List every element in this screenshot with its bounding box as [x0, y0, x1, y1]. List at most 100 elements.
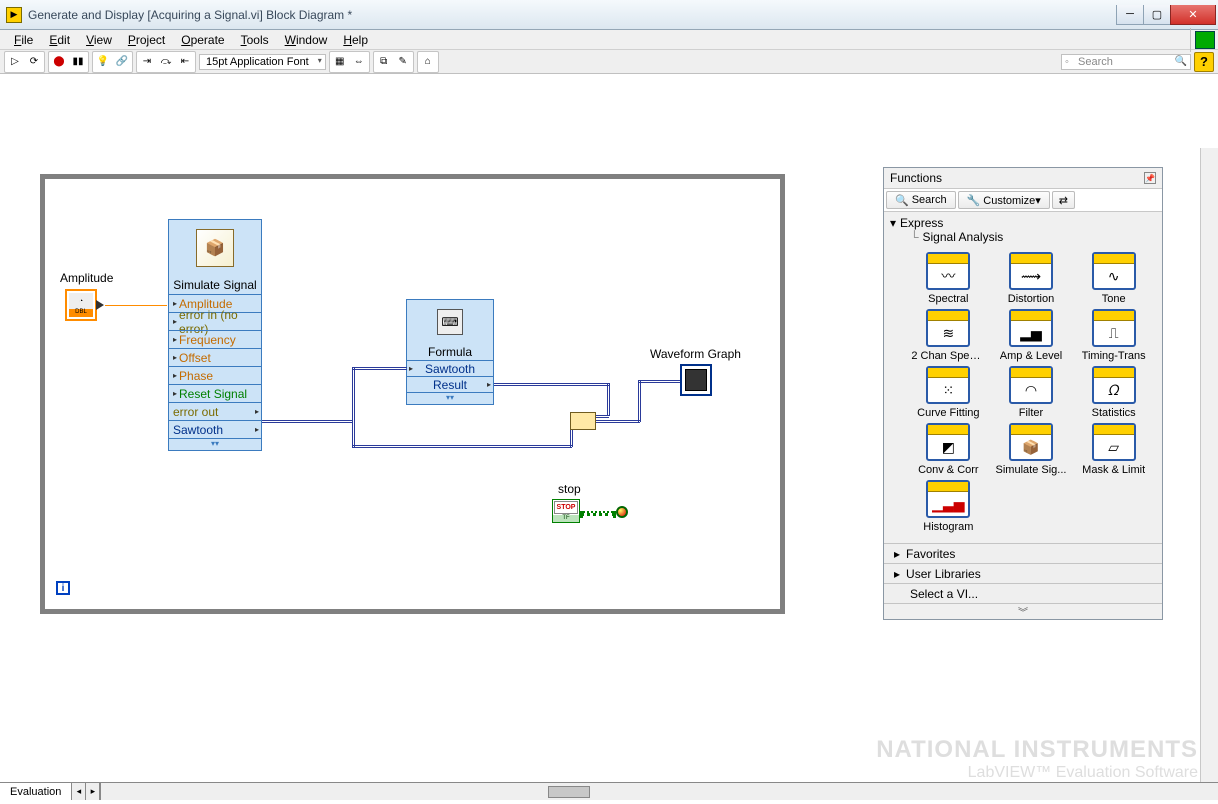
palette-select-vi[interactable]: Select a VI... — [884, 583, 1162, 603]
palette-item-conv-corr[interactable]: ◩ — [926, 423, 970, 461]
cleanup-diagram-button[interactable]: ⌂ — [419, 53, 437, 71]
palette-item-spectral[interactable]: 〰 — [926, 252, 970, 290]
abort-button[interactable]: ⬤ — [50, 53, 68, 71]
menu-tools[interactable]: Tools — [233, 31, 277, 49]
palette-item-tone[interactable]: ∿ — [1092, 252, 1136, 290]
close-button[interactable]: ✕ — [1170, 5, 1216, 25]
menu-file[interactable]: File — [6, 31, 41, 49]
menu-project[interactable]: Project — [120, 31, 173, 49]
wire-stop[interactable] — [580, 511, 616, 516]
stop-control[interactable]: STOP TF — [552, 499, 580, 523]
search-input[interactable]: Search — [1061, 54, 1191, 70]
run-button[interactable]: ▷ — [6, 53, 24, 71]
block-diagram-canvas[interactable]: Amplitude ◔ DBL 📦 Simulate Signal Amplit… — [0, 74, 1218, 804]
loop-condition-terminal[interactable] — [616, 506, 628, 518]
merge-signals-node[interactable] — [570, 412, 596, 430]
sim-row-errorin[interactable]: error in (no error) — [169, 312, 261, 330]
font-selector[interactable]: 15pt Application Font — [199, 54, 326, 70]
palette-item-distortion[interactable]: ⟿ — [1009, 252, 1053, 290]
vertical-scrollbar[interactable] — [1200, 148, 1218, 786]
palette-item-amp-level[interactable]: ▂▅ — [1009, 309, 1053, 347]
sim-row-phase[interactable]: Phase — [169, 366, 261, 384]
wire-sawtooth-h3[interactable] — [352, 445, 572, 448]
palette-search-button[interactable]: 🔍Search — [886, 191, 956, 209]
palette-section-user-libraries[interactable]: ▸User Libraries — [884, 563, 1162, 583]
wire-sawtooth-v1[interactable] — [352, 367, 355, 447]
menu-help[interactable]: Help — [335, 31, 376, 49]
palette-item-curve-fitting[interactable]: ⁙ — [926, 366, 970, 404]
pause-button[interactable]: ▮▮ — [69, 53, 87, 71]
menu-edit[interactable]: Edit — [41, 31, 78, 49]
wire-result-v1[interactable] — [607, 383, 610, 416]
palette-item-mask-limit[interactable]: ▱ — [1092, 423, 1136, 461]
menubar: File Edit View Project Operate Tools Win… — [0, 30, 1218, 50]
wire-result-h2[interactable] — [594, 415, 609, 418]
sim-row-sawtooth[interactable]: Sawtooth — [169, 420, 261, 438]
wire-result-h1[interactable] — [494, 383, 609, 386]
stop-type: TF — [553, 515, 579, 522]
amplitude-type: DBL — [69, 309, 93, 317]
step-into-button[interactable]: ⇥ — [138, 53, 156, 71]
maximize-button[interactable]: ▢ — [1143, 5, 1171, 25]
tab-scroll-right[interactable]: ▸ — [86, 783, 100, 800]
context-help-button[interactable]: ? — [1194, 52, 1214, 72]
palette-item-statistics[interactable]: 𝛺 — [1092, 366, 1136, 404]
palette-pin-icon[interactable]: 📌 — [1144, 172, 1156, 184]
palette-title[interactable]: Functions 📌 — [884, 168, 1162, 188]
palette-category-express[interactable]: ▾Express — [890, 216, 1160, 230]
menu-operate[interactable]: Operate — [173, 31, 232, 49]
amplitude-terminal-icon — [96, 300, 104, 310]
reorder-button[interactable]: ⧉ — [375, 53, 393, 71]
palette-customize-button[interactable]: 🔧Customize▾ — [958, 191, 1050, 209]
step-over-button[interactable]: ⤼ — [157, 53, 175, 71]
stop-label: stop — [558, 482, 581, 496]
formula-node[interactable]: ⌨ Formula Sawtooth Result ▾▾ — [406, 299, 494, 405]
wire-amplitude[interactable] — [105, 305, 167, 306]
sim-resize-handle[interactable]: ▾▾ — [169, 438, 261, 450]
palette-section-favorites[interactable]: ▸Favorites — [884, 543, 1162, 563]
tab-scroll-left[interactable]: ◂ — [72, 783, 86, 800]
functions-palette[interactable]: Functions 📌 🔍Search 🔧Customize▾ ⇄ ▾Expre… — [883, 167, 1163, 620]
step-out-button[interactable]: ⇤ — [176, 53, 194, 71]
palette-item-timing-trans[interactable]: ⎍ — [1092, 309, 1136, 347]
wire-sawtooth-h1[interactable] — [262, 420, 352, 423]
wire-sawtooth-h2[interactable] — [352, 367, 407, 370]
formula-input[interactable]: Sawtooth — [407, 360, 493, 376]
palette-subcategory-signal-analysis[interactable]: └Signal Analysis — [890, 230, 1160, 244]
formula-output[interactable]: Result — [407, 376, 493, 392]
palette-item-histogram[interactable]: ▁▃▅ — [926, 480, 970, 518]
distribute-button[interactable]: ⇔ — [350, 53, 368, 71]
simulate-signal-node[interactable]: 📦 Simulate Signal Amplitude error in (no… — [168, 219, 262, 451]
sim-row-errorout[interactable]: error out — [169, 402, 261, 420]
wire-graph-h2[interactable] — [638, 380, 680, 383]
waveform-graph-indicator[interactable] — [680, 364, 712, 396]
expand-icon: ▸ — [894, 567, 900, 581]
menu-view[interactable]: View — [78, 31, 120, 49]
waveform-graph-icon — [685, 369, 707, 391]
palette-item-simulate-sig[interactable]: 📦 — [1009, 423, 1053, 461]
horizontal-scrollbar[interactable] — [100, 783, 1218, 800]
retain-wires-button[interactable]: 🔗 — [113, 53, 131, 71]
highlight-exec-button[interactable]: 💡 — [94, 53, 112, 71]
wire-graph-v1[interactable] — [638, 380, 641, 422]
amplitude-control[interactable]: ◔ DBL — [65, 289, 97, 321]
formula-resize-handle[interactable]: ▾▾ — [407, 392, 493, 404]
tab-strip: Evaluation ◂ ▸ — [0, 782, 1218, 800]
sim-row-frequency[interactable]: Frequency — [169, 330, 261, 348]
palette-item-2chan-spectral[interactable]: ≋ — [926, 309, 970, 347]
cleanup-button[interactable]: ✎ — [394, 53, 412, 71]
palette-more-handle[interactable]: ︾ — [884, 603, 1162, 619]
minimize-button[interactable]: ─ — [1116, 5, 1144, 25]
sim-row-offset[interactable]: Offset — [169, 348, 261, 366]
tab-evaluation[interactable]: Evaluation — [0, 783, 72, 800]
wire-graph-h1[interactable] — [596, 420, 640, 423]
run-continuous-button[interactable]: ⟳ — [25, 53, 43, 71]
palette-view-button[interactable]: ⇄ — [1052, 191, 1075, 209]
collapse-icon: ▾ — [890, 216, 896, 230]
vi-icon[interactable] — [1190, 28, 1218, 52]
palette-item-filter[interactable]: ◠ — [1009, 366, 1053, 404]
sim-row-reset[interactable]: Reset Signal — [169, 384, 261, 402]
iteration-terminal[interactable]: i — [56, 581, 70, 595]
align-button[interactable]: ▦ — [331, 53, 349, 71]
menu-window[interactable]: Window — [277, 31, 336, 49]
